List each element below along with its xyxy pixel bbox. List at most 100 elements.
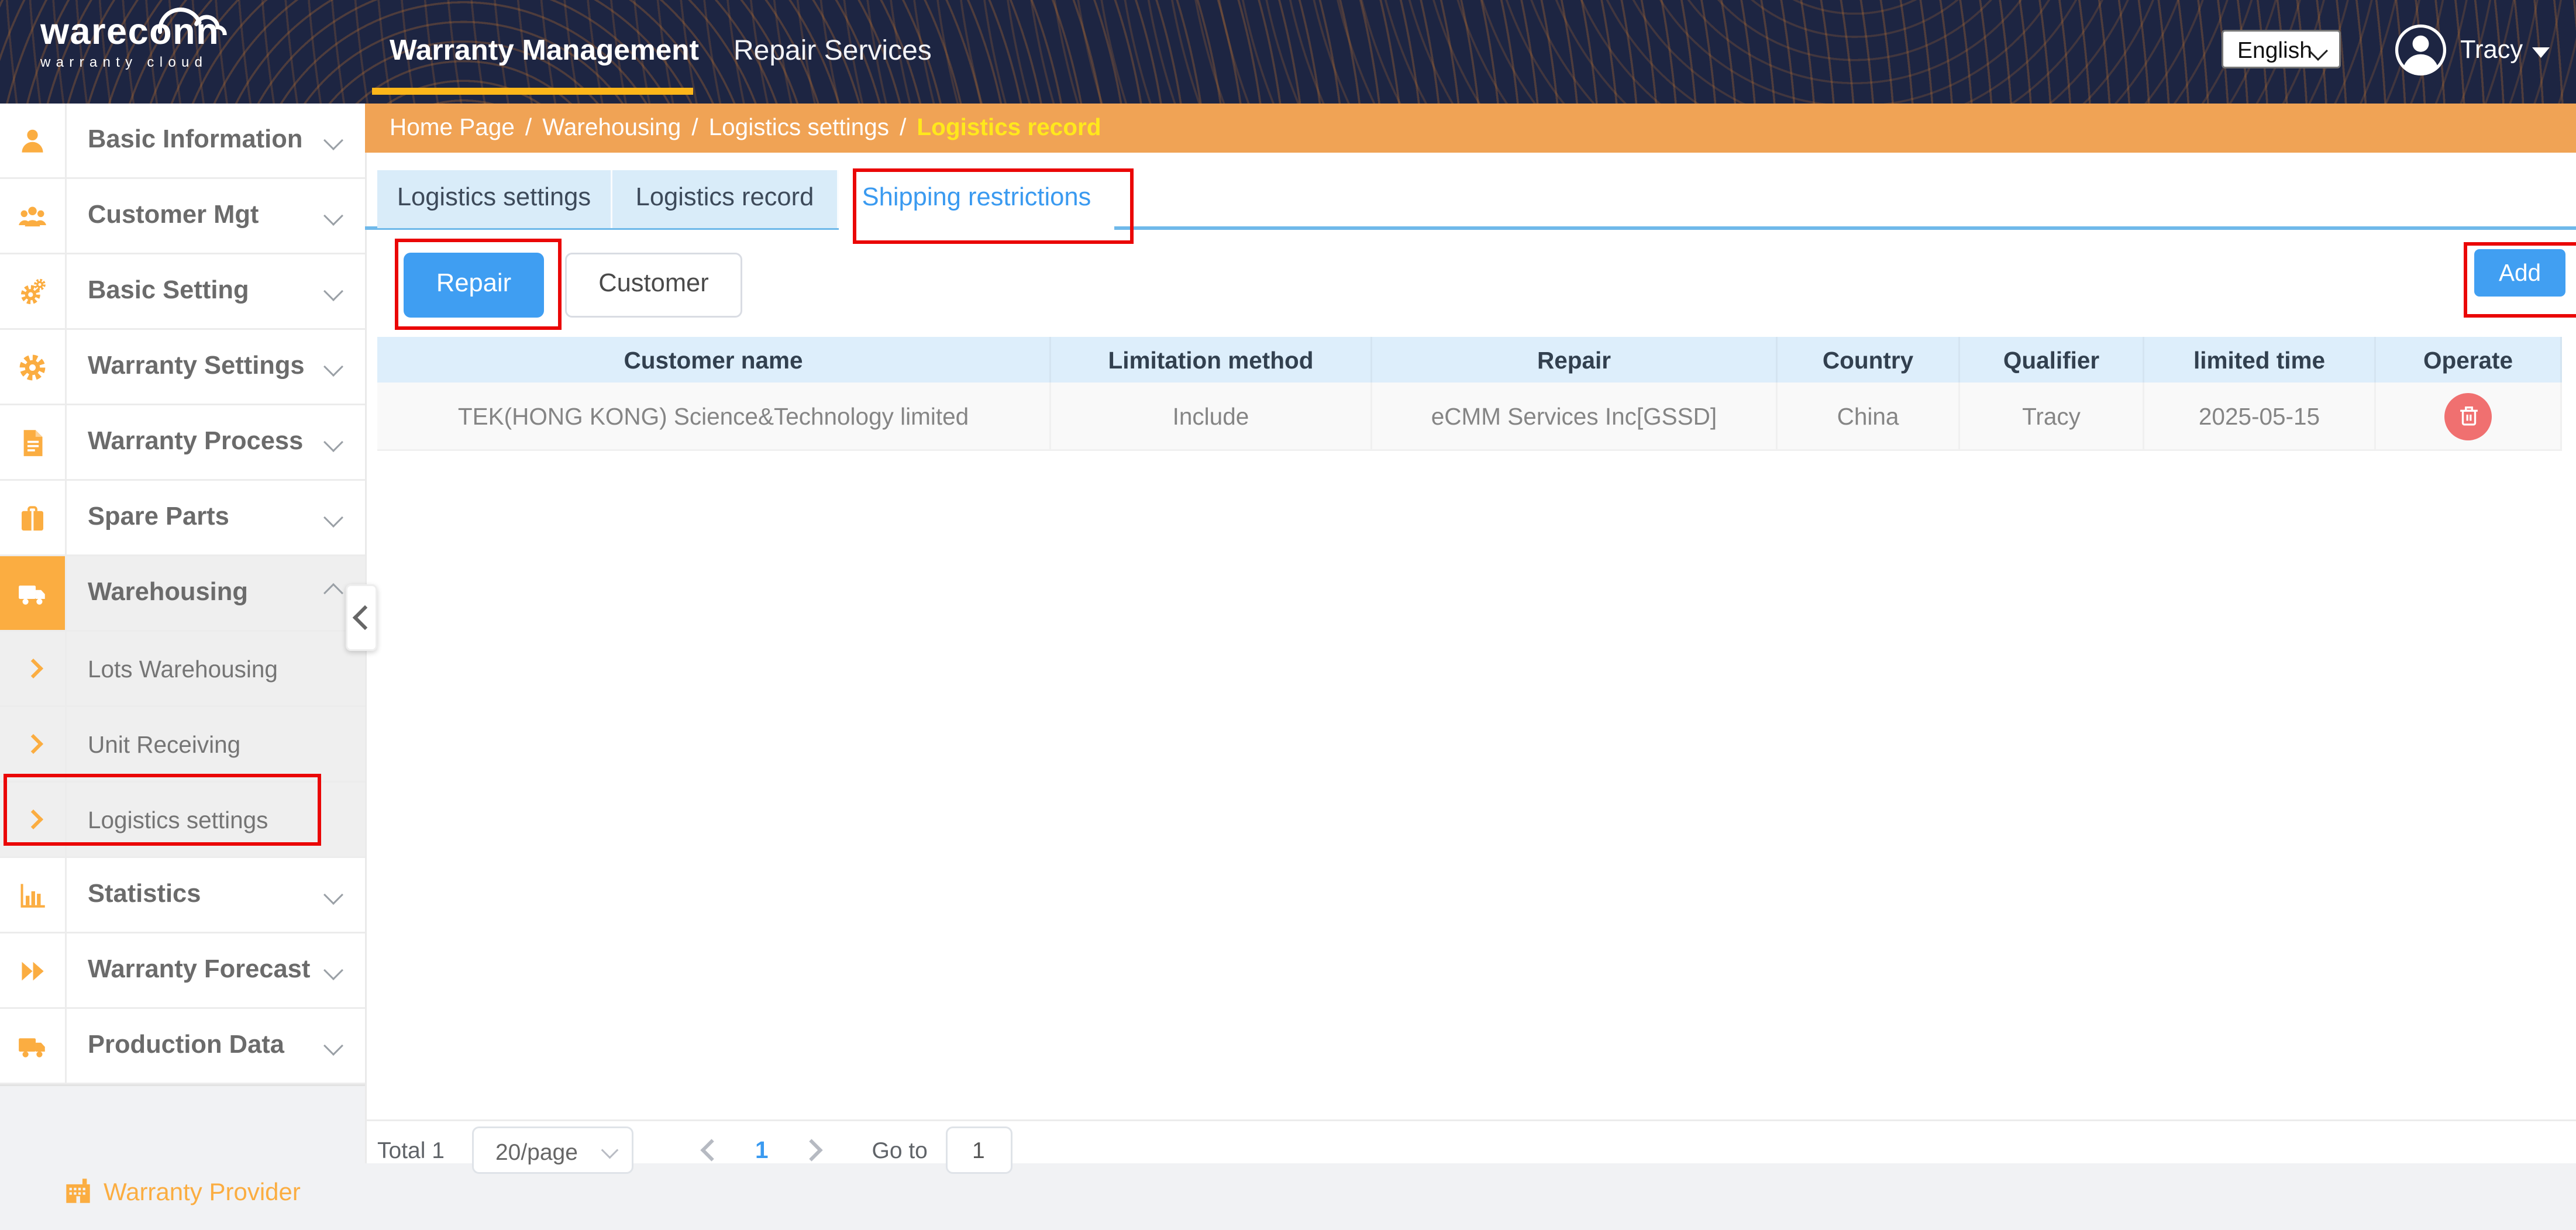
column-header-operate: Operate [2376,337,2562,383]
app-root: wareconn warranty cloud Warranty Managem… [0,0,2576,1230]
nav-repair-services[interactable]: Repair Services [733,0,932,104]
bar-chart-icon [0,858,67,932]
sidebar-item-statistics[interactable]: Statistics [0,858,365,933]
tab-bar: Logistics settingsLogistics recordShippi… [377,170,1114,228]
column-header-customer-name: Customer name [377,337,1051,383]
column-header-country: Country [1778,337,1960,383]
breadcrumb-separator: / [900,114,906,140]
chevron-right-icon [800,1138,822,1160]
page-size-select[interactable]: 20/page [473,1126,634,1173]
sidebar-item-label: Customer Mgt [67,202,326,230]
chevron-left-icon [701,1138,723,1160]
sidebar-item-label: Unit Receiving [67,731,365,757]
sidebar-item-customer-mgt[interactable]: Customer Mgt [0,179,365,254]
truck-icon [0,1009,67,1083]
cell-country: China [1778,383,1960,449]
chevron-down-icon [323,206,343,226]
language-select-value: English [2237,37,2312,63]
customer-filter-button[interactable]: Customer [565,253,742,318]
sidebar-collapse-handle[interactable] [346,584,377,651]
table-row: TEK(HONG KONG) Science&Technology limite… [377,383,2562,451]
breadcrumb-item-home-page[interactable]: Home Page [390,114,515,140]
cell-operate [2376,383,2562,449]
pagination: Total 1 20/page 1 Go to [377,1125,1012,1174]
sidebar-item-label: Basic Information [67,126,326,154]
sidebar-item-warehousing[interactable]: Warehousing [0,556,365,632]
chevron-right-icon [0,783,67,856]
top-header: wareconn warranty cloud Warranty Managem… [0,0,2576,104]
column-header-limitation-method: Limitation method [1051,337,1372,383]
sidebar-item-label: Lots Warehousing [67,656,365,682]
chevron-down-icon [323,281,343,301]
warranty-provider-label: Warranty Provider [104,1177,301,1205]
sidebar-item-label: Production Data [67,1032,326,1060]
chevron-left-icon [352,605,376,630]
restrictions-table: Customer nameLimitation methodRepairCoun… [377,337,2562,451]
sidebar-item-warranty-process[interactable]: Warranty Process [0,405,365,481]
pagination-total: Total 1 [377,1136,445,1163]
breadcrumb-item-logistics-settings[interactable]: Logistics settings [709,114,889,140]
sidebar-item-label: Basic Setting [67,277,326,305]
delete-button[interactable] [2444,392,2492,440]
cell-qualifier: Tracy [1960,383,2144,449]
cell-limitation-method: Include [1051,383,1372,449]
sidebar-item-production-data[interactable]: Production Data [0,1009,365,1084]
nav-active-underline [372,88,693,94]
pagination-divider [365,1119,2576,1121]
column-header-limited-time: limited time [2144,337,2376,383]
add-button[interactable]: Add [2474,249,2565,297]
warranty-provider-footer: Warranty Provider [63,1176,301,1205]
breadcrumb: Home Page / Warehousing / Logistics settings… [365,104,2576,153]
sidebar-item-lots-warehousing[interactable]: Lots Warehousing [0,632,365,707]
breadcrumb-separator: / [525,114,532,140]
next-page-button[interactable] [803,1142,819,1157]
prev-page-button[interactable] [704,1142,720,1157]
user-icon [0,104,67,177]
repair-filter-button[interactable]: Repair [404,253,544,318]
truck-icon [0,556,67,630]
sidebar-item-warranty-settings[interactable]: Warranty Settings [0,330,365,405]
briefcase-icon [0,481,67,554]
avatar[interactable] [2394,23,2448,77]
chevron-right-icon [0,632,67,705]
sidebar-item-basic-information[interactable]: Basic Information [0,104,365,179]
chevron-down-icon [323,130,343,150]
document-icon [0,405,67,479]
breadcrumb-separator: / [691,114,698,140]
column-header-qualifier: Qualifier [1960,337,2144,383]
goto-page-input[interactable] [945,1126,1012,1173]
sidebar-item-label: Warranty Forecast [67,956,326,984]
cell-customer-name: TEK(HONG KONG) Science&Technology limite… [377,383,1051,449]
cloud-icon [149,4,240,35]
forward-icon [0,933,67,1007]
sidebar-item-spare-parts[interactable]: Spare Parts [0,481,365,556]
chevron-down-icon [602,1141,619,1158]
logo-subtitle: warranty cloud [40,54,277,70]
sidebar-item-label: Spare Parts [67,504,326,532]
page-number-current[interactable]: 1 [755,1136,769,1163]
user-menu-caret-icon[interactable] [2532,47,2550,58]
tab-logistics-record[interactable]: Logistics record [612,170,839,228]
page-size-value: 20/page [495,1138,578,1164]
gears-icon [0,254,67,328]
sidebar: Basic Information Customer Mgt Basic Setti… [0,104,365,1086]
chevron-down-icon [323,885,343,905]
sidebar-item-basic-setting[interactable]: Basic Setting [0,254,365,330]
chevron-up-icon [323,583,343,603]
chevron-down-icon [323,508,343,528]
sidebar-item-logistics-settings[interactable]: Logistics settings [0,783,365,858]
column-header-repair: Repair [1372,337,1778,383]
sidebar-item-warranty-forecast[interactable]: Warranty Forecast [0,933,365,1009]
sidebar-item-label: Warranty Settings [67,353,326,381]
table-header-row: Customer nameLimitation methodRepairCoun… [377,337,2562,383]
language-select[interactable]: English [2222,30,2341,68]
tab-logistics-settings[interactable]: Logistics settings [377,170,612,228]
gear-icon [0,330,67,404]
sidebar-item-unit-receiving[interactable]: Unit Receiving [0,707,365,783]
cell-repair: eCMM Services Inc[GSSD] [1372,383,1778,449]
tab-shipping-restrictions[interactable]: Shipping restrictions [839,170,1114,232]
breadcrumb-item-warehousing[interactable]: Warehousing [542,114,681,140]
chevron-right-icon [0,707,67,781]
user-name[interactable]: Tracy [2460,0,2523,104]
sidebar-item-label: Statistics [67,881,326,909]
